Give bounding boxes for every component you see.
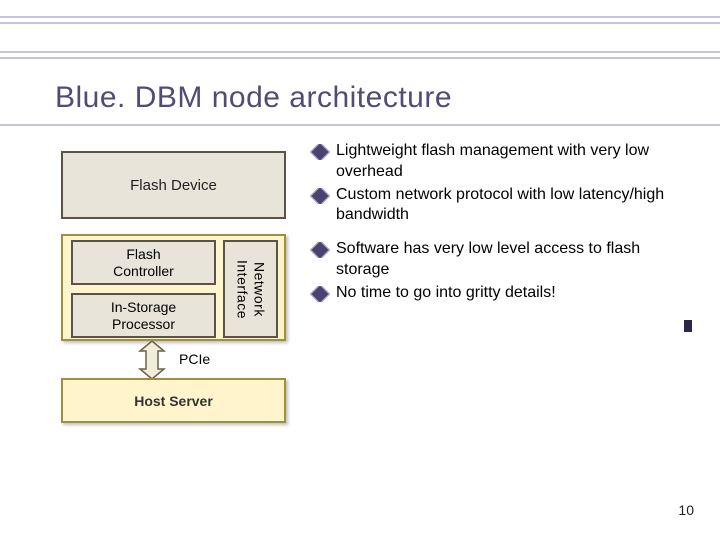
flash-controller-box: FlashController xyxy=(71,240,216,285)
instorage-processor-label: In-StorageProcessor xyxy=(111,299,176,333)
title-underline xyxy=(0,124,720,126)
pcie-label: PCIe xyxy=(179,351,210,367)
bullet-text: No time to go into gritty details! xyxy=(336,283,690,304)
instorage-processor-box: In-StorageProcessor xyxy=(71,293,216,338)
bullet-text: Software has very low level access to fl… xyxy=(336,239,690,281)
page-number: 10 xyxy=(678,502,694,518)
host-server-label: Host Server xyxy=(134,393,213,409)
list-item: Custom network protocol with low latency… xyxy=(310,185,690,227)
list-item: Lightweight flash management with very l… xyxy=(310,141,690,183)
network-interface-label: NetworkInterface xyxy=(234,260,268,319)
list-item: No time to go into gritty details! xyxy=(310,283,690,304)
list-item: Software has very low level access to fl… xyxy=(310,239,690,281)
diamond-bullet-icon xyxy=(310,286,330,302)
bullet-list-top: Lightweight flash management with very l… xyxy=(310,141,690,228)
diamond-bullet-icon xyxy=(310,188,330,204)
flash-device-box: Flash Device xyxy=(61,151,286,219)
fpga-container: FlashController In-StorageProcessor Netw… xyxy=(61,234,286,341)
decorative-stub xyxy=(684,320,692,332)
bullet-text: Custom network protocol with low latency… xyxy=(336,185,690,227)
bullet-list-mid: Software has very low level access to fl… xyxy=(310,239,690,305)
flash-controller-label: FlashController xyxy=(113,246,174,280)
diamond-bullet-icon xyxy=(310,144,330,160)
pcie-double-arrow-icon xyxy=(134,341,170,379)
diamond-bullet-icon xyxy=(310,242,330,258)
network-interface-box: NetworkInterface xyxy=(223,240,278,338)
page-title: Blue. DBM node architecture xyxy=(55,81,452,115)
bullet-text: Lightweight flash management with very l… xyxy=(336,141,690,183)
host-server-box: Host Server xyxy=(61,378,286,423)
flash-device-label: Flash Device xyxy=(130,177,217,194)
